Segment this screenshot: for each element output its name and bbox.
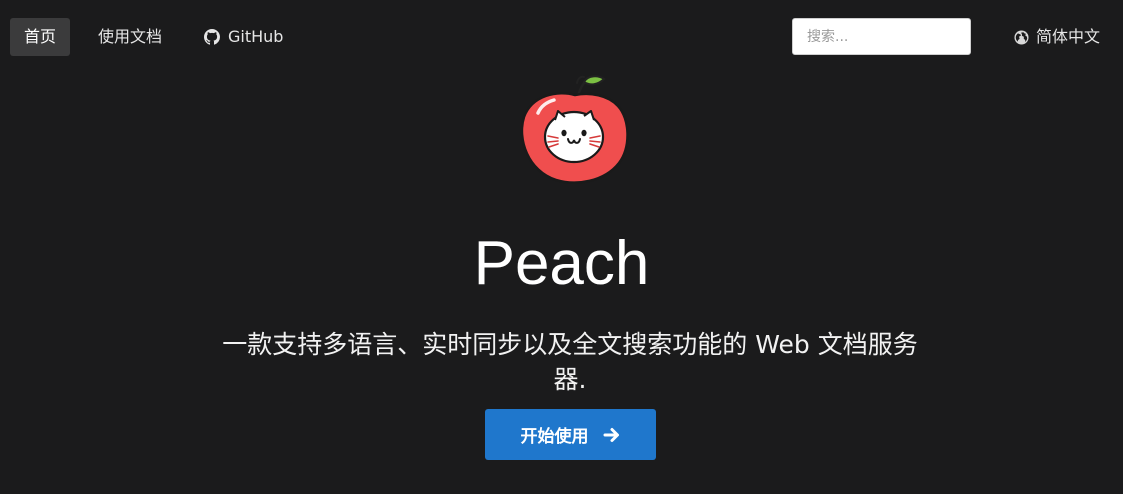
get-started-label: 开始使用: [520, 427, 589, 447]
nav-github-link[interactable]: GitHub: [190, 18, 297, 56]
top-nav: 首页 使用文档 GitHub 简体中文: [0, 0, 1123, 74]
get-started-button[interactable]: 开始使用: [485, 409, 656, 460]
hero-title: Peach: [473, 229, 650, 298]
search-input[interactable]: [792, 18, 971, 55]
language-switcher[interactable]: 简体中文: [1004, 18, 1110, 56]
language-label: 简体中文: [1036, 27, 1101, 46]
peach-logo: [520, 75, 629, 184]
nav-github-label: GitHub: [228, 27, 284, 46]
nav-home-label: 首页: [24, 27, 57, 46]
arrow-right-icon: [603, 427, 619, 442]
nav-home-link[interactable]: 首页: [10, 18, 71, 56]
homepage: 首页 使用文档 GitHub 简体中文: [0, 0, 1123, 494]
nav-docs-label: 使用文档: [98, 27, 163, 46]
globe-icon: [1014, 29, 1029, 45]
nav-docs-link[interactable]: 使用文档: [84, 18, 176, 56]
hero-subtitle: 一款支持多语言、实时同步以及全文搜索功能的 Web 文档服务器.: [222, 330, 918, 394]
github-icon: [204, 29, 220, 45]
